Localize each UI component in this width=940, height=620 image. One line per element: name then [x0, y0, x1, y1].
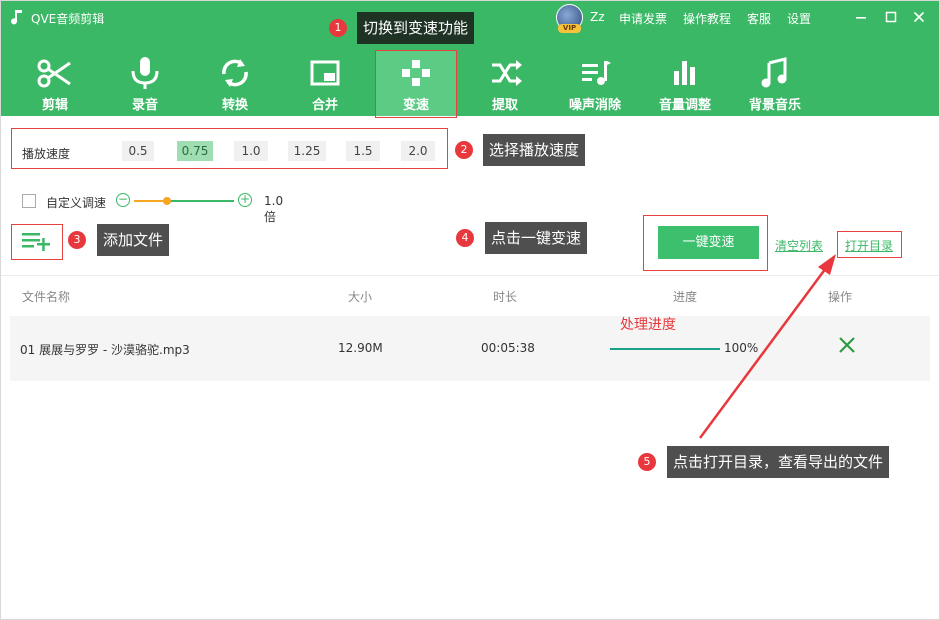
- speed-selector: 播放速度 0.5 0.75 1.0 1.25 1.5 2.0: [12, 134, 448, 168]
- progress-bar: [610, 348, 720, 350]
- step-badge-2: 2: [455, 141, 473, 159]
- tool-denoise[interactable]: 噪声消除: [554, 51, 636, 116]
- speed-decrease-icon[interactable]: −: [116, 193, 130, 207]
- speed-multiplier: 1.0倍: [264, 194, 284, 224]
- header-progress: 进度: [673, 290, 698, 304]
- speed-increase-icon[interactable]: +: [238, 193, 252, 207]
- step-badge-1: 1: [329, 19, 347, 37]
- microphone-icon: [131, 57, 159, 89]
- table-row[interactable]: 01 展展与罗罗 - 沙漠骆驼.mp3 12.90M 00:05:38 100%: [10, 316, 930, 381]
- speed-option-1.25[interactable]: 1.25: [288, 141, 326, 161]
- custom-speed-label: 自定义调速: [46, 196, 107, 210]
- add-file-button[interactable]: [12, 224, 62, 259]
- music-note-logo-icon: [11, 10, 22, 25]
- header-file-name: 文件名称: [22, 290, 71, 304]
- speed-label: 播放速度: [22, 147, 71, 161]
- tool-label: 录音: [131, 98, 158, 113]
- settings-link[interactable]: 设置: [787, 10, 811, 27]
- tip-choose-speed: 选择播放速度: [483, 134, 586, 166]
- speed-icon: [402, 60, 430, 86]
- step-badge-4: 4: [456, 229, 474, 247]
- progress-note: 处理进度: [620, 317, 676, 333]
- vip-badge: VIP: [558, 24, 581, 33]
- speed-option-0.5[interactable]: 0.5: [122, 141, 154, 161]
- slider-rest: [167, 200, 234, 202]
- tool-label: 提取: [491, 98, 518, 113]
- tip-add-file: 添加文件: [97, 224, 170, 256]
- denoise-icon: [582, 61, 611, 85]
- tool-label: 剪辑: [41, 98, 68, 113]
- tool-convert[interactable]: 转换: [194, 51, 276, 116]
- tip-switch-speed: 切换到变速功能: [357, 12, 475, 44]
- tool-label: 噪声消除: [568, 98, 621, 113]
- step-badge-3: 3: [68, 231, 86, 249]
- add-file-icon: [22, 233, 50, 251]
- header-duration: 时长: [493, 290, 518, 304]
- open-directory-link[interactable]: 打开目录: [845, 237, 893, 254]
- convert-icon: [222, 59, 248, 87]
- tool-volume[interactable]: 音量调整: [644, 51, 726, 116]
- header-actions: 操作: [828, 290, 853, 304]
- user-name[interactable]: Zz: [590, 10, 605, 24]
- minimize-icon[interactable]: [853, 8, 869, 26]
- speed-option-1.5[interactable]: 1.5: [346, 141, 380, 161]
- one-click-speed-button[interactable]: 一键变速: [658, 226, 759, 259]
- divider: [0, 275, 940, 276]
- progress-value: 100%: [724, 341, 759, 355]
- maximize-icon[interactable]: [883, 8, 899, 26]
- tool-label: 背景音乐: [748, 98, 801, 113]
- header-size: 大小: [348, 290, 373, 304]
- main-toolbar: 剪辑 录音 转换 合并 变速 提取 噪声消除 音量调整 背景音乐: [0, 36, 940, 116]
- tool-speed[interactable]: 变速: [375, 51, 457, 116]
- speed-slider[interactable]: [134, 197, 234, 205]
- slider-knob[interactable]: [163, 197, 171, 205]
- file-name-cell: 01 展展与罗罗 - 沙漠骆驼.mp3: [20, 343, 190, 357]
- app-title: QVE音频剪辑: [31, 12, 105, 26]
- tool-merge[interactable]: 合并: [284, 51, 366, 116]
- merge-icon: [310, 60, 340, 86]
- close-icon[interactable]: [911, 8, 927, 26]
- apply-invoice-link[interactable]: 申请发票: [619, 10, 667, 27]
- delete-icon[interactable]: [836, 334, 858, 356]
- tool-extract[interactable]: 提取: [464, 51, 546, 116]
- custom-speed-checkbox[interactable]: [22, 194, 36, 208]
- music-note-icon: [761, 57, 787, 88]
- volume-bars-icon: [674, 61, 695, 85]
- tool-cut[interactable]: 剪辑: [14, 51, 96, 116]
- tip-click-speed: 点击一键变速: [485, 222, 588, 254]
- step-badge-5: 5: [638, 453, 656, 471]
- tool-label: 音量调整: [658, 98, 711, 113]
- scissors-icon: [37, 59, 71, 88]
- tip-open-directory: 点击打开目录，查看导出的文件: [667, 446, 890, 478]
- tool-background-music[interactable]: 背景音乐: [734, 51, 816, 116]
- speed-option-2.0[interactable]: 2.0: [401, 141, 435, 161]
- customer-service-link[interactable]: 客服: [747, 10, 771, 27]
- shuffle-icon: [492, 60, 522, 86]
- tutorial-link[interactable]: 操作教程: [683, 10, 731, 27]
- tool-record[interactable]: 录音: [104, 51, 186, 116]
- speed-option-0.75[interactable]: 0.75: [177, 141, 213, 161]
- tool-label: 变速: [402, 98, 429, 113]
- clear-list-link[interactable]: 清空列表: [775, 237, 823, 254]
- speed-option-1.0[interactable]: 1.0: [234, 141, 268, 161]
- file-size-cell: 12.90M: [338, 341, 383, 355]
- tool-label: 转换: [221, 98, 248, 113]
- tool-label: 合并: [311, 98, 338, 113]
- file-duration-cell: 00:05:38: [481, 341, 535, 355]
